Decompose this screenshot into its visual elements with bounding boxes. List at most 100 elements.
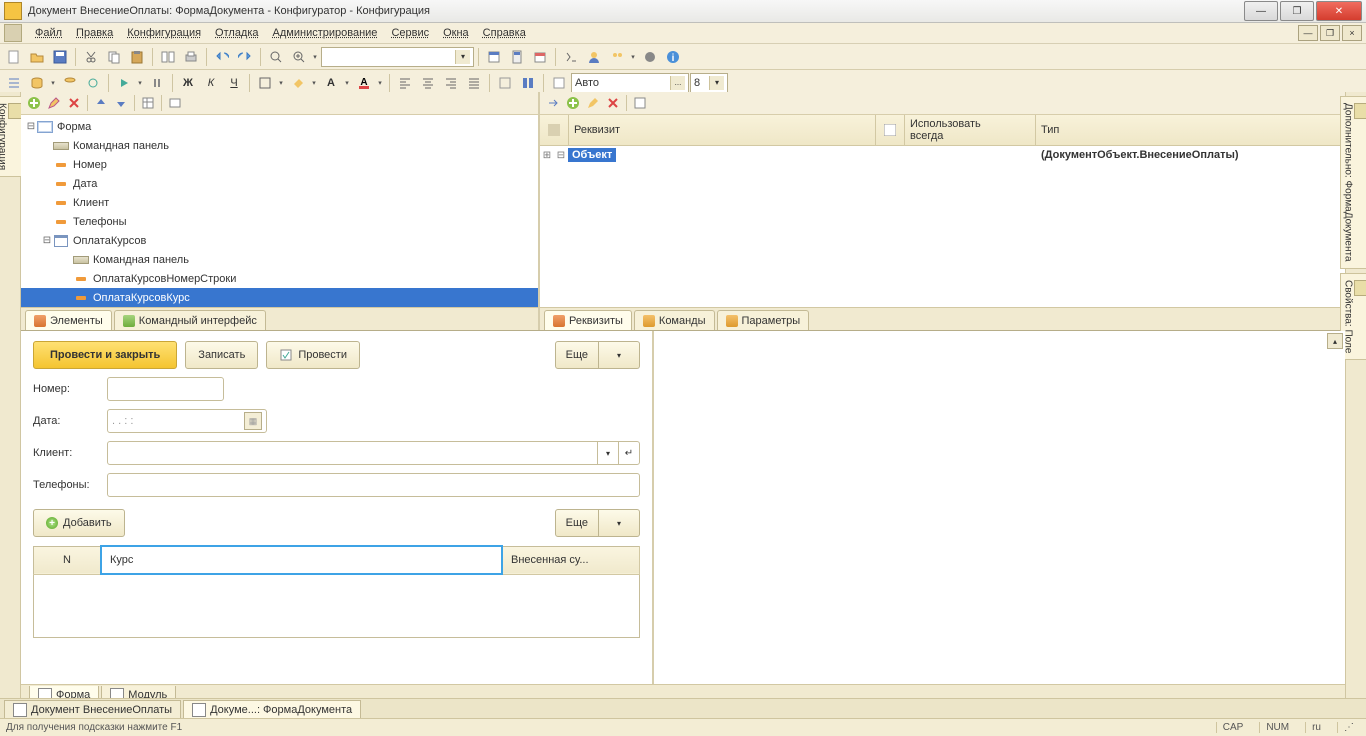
align-justify-icon[interactable]: [463, 72, 485, 94]
run-dropdown[interactable]: ▾: [135, 74, 145, 92]
table-more-button[interactable]: Еще: [555, 509, 599, 537]
underline-icon[interactable]: Ч: [223, 72, 245, 94]
menu-file[interactable]: Файл: [28, 25, 69, 41]
preview-icon[interactable]: [166, 94, 184, 112]
client-open-icon[interactable]: ↵: [618, 442, 639, 464]
run-icon[interactable]: [113, 72, 135, 94]
font-combo[interactable]: Авто...: [571, 73, 689, 93]
tree-row-courses[interactable]: ⊟ОплатаКурсов: [21, 231, 538, 250]
move-down-icon[interactable]: [112, 94, 130, 112]
highlight-icon[interactable]: А: [353, 72, 375, 94]
fill-dropdown[interactable]: ▾: [309, 74, 319, 92]
wtab-form[interactable]: Докуме...: ФормаДокумента: [183, 700, 361, 719]
zoom-icon[interactable]: [288, 46, 310, 68]
cut-icon[interactable]: [80, 46, 102, 68]
add-row-button[interactable]: +Добавить: [33, 509, 125, 537]
col-paid[interactable]: Внесенная су...: [502, 546, 640, 574]
undo-icon[interactable]: [211, 46, 233, 68]
maximize-button[interactable]: ❐: [1280, 1, 1314, 21]
print-icon[interactable]: [180, 46, 202, 68]
phones-input[interactable]: [107, 473, 640, 497]
fill-icon[interactable]: [287, 72, 309, 94]
side-tab-additional[interactable]: Дополнительно: ФормаДокумента: [1340, 96, 1366, 269]
db-save-icon[interactable]: [59, 72, 81, 94]
syntax-icon[interactable]: [560, 46, 582, 68]
date-input[interactable]: . . : :▦: [107, 409, 267, 433]
menu-help[interactable]: Справка: [476, 25, 533, 41]
tree-row-courses-rownum[interactable]: ОплатаКурсовНомерСтроки: [21, 269, 538, 288]
find-icon[interactable]: [265, 46, 287, 68]
post-button[interactable]: Провести: [266, 341, 360, 369]
menu-windows[interactable]: Окна: [436, 25, 476, 41]
icon-a[interactable]: [548, 72, 570, 94]
copy-icon[interactable]: [103, 46, 125, 68]
client-dropdown-icon[interactable]: ▾: [597, 442, 618, 464]
column-icon[interactable]: [517, 72, 539, 94]
requisites-body[interactable]: ⊞ ⊟ Объект (ДокументОбъект.ВнесениеОплат…: [540, 146, 1345, 307]
edit-icon[interactable]: [45, 94, 63, 112]
props-icon[interactable]: [139, 94, 157, 112]
courses-table[interactable]: N Курс Внесенная су...: [33, 545, 640, 638]
delete-icon[interactable]: [65, 94, 83, 112]
col-n[interactable]: N: [34, 546, 102, 574]
valign-icon[interactable]: [494, 72, 516, 94]
tree-row-date[interactable]: Дата: [21, 174, 538, 193]
tab-params[interactable]: Параметры: [717, 310, 810, 330]
border-icon[interactable]: [254, 72, 276, 94]
req-column-icon[interactable]: [631, 94, 649, 112]
calc-icon[interactable]: [506, 46, 528, 68]
number-input[interactable]: [107, 377, 224, 401]
paste-icon[interactable]: [126, 46, 148, 68]
save-icon[interactable]: [49, 46, 71, 68]
tree-row-form[interactable]: ⊟Форма: [21, 117, 538, 136]
size-combo[interactable]: 8▾: [690, 73, 728, 93]
tab-elements[interactable]: Элементы: [25, 310, 112, 330]
system-menu-icon[interactable]: [4, 24, 22, 42]
open-icon[interactable]: [26, 46, 48, 68]
pause-icon[interactable]: [146, 72, 168, 94]
tab-requisites[interactable]: Реквизиты: [544, 310, 632, 330]
help-icon[interactable]: i: [662, 46, 684, 68]
req-move-icon[interactable]: [544, 94, 562, 112]
mdi-close-button[interactable]: ×: [1342, 25, 1362, 41]
menu-admin[interactable]: Администрирование: [266, 25, 385, 41]
req-edit-icon[interactable]: [584, 94, 602, 112]
minimize-button[interactable]: —: [1244, 1, 1278, 21]
tab-commands[interactable]: Команды: [634, 310, 715, 330]
bold-icon[interactable]: Ж: [177, 72, 199, 94]
users-dropdown[interactable]: ▾: [628, 48, 638, 66]
tree-row-client[interactable]: Клиент: [21, 193, 538, 212]
align-center-icon[interactable]: [417, 72, 439, 94]
move-up-icon[interactable]: [92, 94, 110, 112]
close-button[interactable]: ✕: [1316, 1, 1362, 21]
align-right-icon[interactable]: [440, 72, 462, 94]
calendar-icon[interactable]: [529, 46, 551, 68]
db-dropdown[interactable]: ▾: [48, 74, 58, 92]
col-requisite[interactable]: Реквизит: [569, 115, 876, 145]
tree-row-courses-cmdpanel[interactable]: Командная панель: [21, 250, 538, 269]
mdi-restore-button[interactable]: ❐: [1320, 25, 1340, 41]
users-icon[interactable]: [606, 46, 628, 68]
list-icon[interactable]: [3, 72, 25, 94]
req-add-icon[interactable]: [564, 94, 582, 112]
menu-config[interactable]: Конфигурация: [120, 25, 208, 41]
menu-service[interactable]: Сервис: [384, 25, 436, 41]
elements-tree[interactable]: ⊟Форма Командная панель Номер Дата Клиен…: [21, 115, 538, 307]
compare-icon[interactable]: [157, 46, 179, 68]
text-color-dropdown[interactable]: ▾: [342, 74, 352, 92]
italic-icon[interactable]: К: [200, 72, 222, 94]
new-icon[interactable]: [3, 46, 25, 68]
tree-row-cmdpanel[interactable]: Командная панель: [21, 136, 538, 155]
search-combo[interactable]: ▾: [321, 47, 474, 67]
add-icon[interactable]: [25, 94, 43, 112]
border-dropdown[interactable]: ▾: [276, 74, 286, 92]
user-icon[interactable]: [583, 46, 605, 68]
update-icon[interactable]: [82, 72, 104, 94]
toggle-icon[interactable]: [483, 46, 505, 68]
debug-icon[interactable]: [639, 46, 661, 68]
client-input[interactable]: ▾↵: [107, 441, 640, 465]
col-course[interactable]: Курс: [101, 546, 502, 574]
db-icon[interactable]: [26, 72, 48, 94]
scroll-up-icon[interactable]: ▴: [1327, 333, 1343, 349]
tree-row-courses-course[interactable]: ОплатаКурсовКурс: [21, 288, 538, 307]
